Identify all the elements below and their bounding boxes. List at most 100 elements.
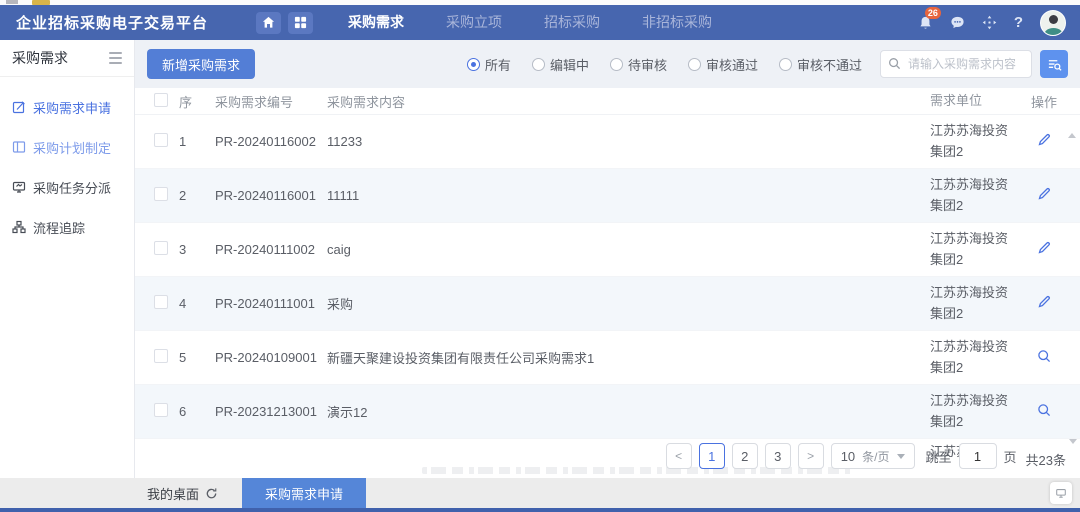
chevron-down-icon [897, 454, 905, 463]
edit-icon[interactable] [1037, 295, 1051, 309]
row-checkbox[interactable] [154, 241, 168, 255]
total-count: 共23条 [1026, 450, 1066, 469]
filter-search-icon [1047, 57, 1062, 72]
table-row: 1PR-2024011600211233江苏苏海投资集团2 [135, 115, 1080, 169]
edit-icon[interactable] [1037, 241, 1051, 255]
show-desktop-button[interactable] [1050, 482, 1072, 504]
row-content: 11233 [327, 134, 930, 149]
row-code: PR-20240116002 [215, 134, 327, 149]
row-checkbox[interactable] [154, 187, 168, 201]
apps-button[interactable] [288, 12, 313, 34]
page-button-3[interactable]: 3 [765, 443, 791, 469]
edit-square-icon [12, 100, 26, 114]
table-header: 序 采购需求编号 采购需求内容 需求单位 操作 [135, 88, 1080, 115]
row-checkbox[interactable] [154, 349, 168, 363]
notifications-button[interactable]: 26 [918, 15, 933, 31]
jump-page-input[interactable] [959, 443, 997, 469]
advanced-search-button[interactable] [1040, 50, 1068, 78]
page-size-value: 10 [841, 449, 855, 464]
header-content: 采购需求内容 [327, 92, 930, 111]
help-button[interactable]: ? [1014, 14, 1023, 31]
add-demand-button[interactable]: 新增采购需求 [147, 49, 255, 79]
jump-suffix: 页 [1004, 447, 1017, 466]
radio-icon [688, 58, 701, 71]
row-action [1018, 241, 1070, 258]
monitor-icon [12, 180, 26, 194]
row-unit: 江苏苏海投资集团2 [930, 229, 1018, 269]
filter-approved[interactable]: 审核通过 [688, 55, 758, 74]
row-content: 演示12 [327, 402, 930, 421]
table-row: 6PR-20231213001演示12江苏苏海投资集团2 [135, 385, 1080, 439]
nav-tab-procurement-demand[interactable]: 采购需求 [327, 5, 425, 40]
row-action [1018, 187, 1070, 204]
row-unit: 江苏苏海投资集团2 [930, 391, 1018, 431]
taskbar-tab-demand-apply[interactable]: 采购需求申请 [242, 478, 366, 508]
sidebar: 采购需求 采购需求申请 采购计划制定 采购任务分派 流程追踪 [0, 40, 135, 478]
sidebar-item-task-dispatch[interactable]: 采购任务分派 [0, 167, 134, 207]
collapse-sidebar-button[interactable] [109, 52, 122, 64]
header-unit: 需求单位 [930, 91, 1018, 111]
view-icon[interactable] [1037, 349, 1051, 363]
row-code: PR-20240116001 [215, 188, 327, 203]
select-all-checkbox[interactable] [154, 93, 168, 107]
desktop-icon [1055, 487, 1067, 499]
avatar[interactable] [1040, 10, 1066, 36]
row-content: 11111 [327, 188, 930, 203]
bottom-edge [0, 508, 1080, 512]
next-page-button[interactable]: > [798, 443, 824, 469]
filter-editing[interactable]: 编辑中 [532, 55, 589, 74]
row-content: 新疆天聚建设投资集团有限责任公司采购需求1 [327, 348, 930, 367]
row-content: 采购 [327, 294, 930, 313]
page-size-select[interactable]: 10 条/页 [831, 443, 915, 469]
messages-button[interactable] [950, 15, 965, 30]
sidebar-item-demand-apply[interactable]: 采购需求申请 [0, 87, 134, 127]
row-code: PR-20240109001 [215, 350, 327, 365]
row-checkbox[interactable] [154, 295, 168, 309]
home-button[interactable] [256, 12, 281, 34]
filter-all[interactable]: 所有 [467, 55, 511, 74]
sidebar-title: 采购需求 [12, 48, 68, 68]
table-row: 4PR-20240111001采购江苏苏海投资集团2 [135, 277, 1080, 331]
nav-tab-bidding[interactable]: 招标采购 [523, 5, 621, 40]
demand-table: 序 采购需求编号 采购需求内容 需求单位 操作 1PR-202401160021… [135, 88, 1080, 478]
row-action [1018, 403, 1070, 420]
edit-icon[interactable] [1037, 187, 1051, 201]
header-seq: 序 [179, 92, 215, 111]
table-row: 2PR-2024011600111111江苏苏海投资集团2 [135, 169, 1080, 223]
nav-tab-non-bidding[interactable]: 非招标采购 [621, 5, 733, 40]
home-icon [262, 16, 275, 29]
page-size-unit: 条/页 [862, 448, 889, 465]
filter-pending-review[interactable]: 待审核 [610, 55, 667, 74]
sidebar-item-plan-make[interactable]: 采购计划制定 [0, 127, 134, 167]
radio-icon [779, 58, 792, 71]
row-unit: 江苏苏海投资集团2 [930, 337, 1018, 377]
page-button-2[interactable]: 2 [732, 443, 758, 469]
navigate-button[interactable] [982, 15, 997, 30]
table-row: 3PR-20240111002caig江苏苏海投资集团2 [135, 223, 1080, 277]
row-checkbox[interactable] [154, 403, 168, 417]
prev-page-button[interactable]: < [666, 443, 692, 469]
table-scrollbar[interactable] [1068, 118, 1078, 448]
edit-icon[interactable] [1037, 133, 1051, 147]
view-icon[interactable] [1037, 403, 1051, 417]
toolbar: 新增采购需求 所有 编辑中 待审核 审核通过 审核不通过 [135, 40, 1080, 88]
filter-rejected[interactable]: 审核不通过 [779, 55, 862, 74]
row-unit: 江苏苏海投资集团2 [930, 121, 1018, 161]
sidebar-item-label: 采购计划制定 [33, 138, 111, 157]
grid-icon [294, 16, 307, 29]
header-action: 操作 [1018, 92, 1070, 111]
page-button-1[interactable]: 1 [699, 443, 725, 469]
top-navbar: 企业招标采购电子交易平台 采购需求 采购立项 招标采购 非招标采购 26 ? [0, 5, 1080, 40]
scroll-up-icon[interactable] [1068, 114, 1076, 138]
row-seq: 4 [179, 296, 215, 311]
book-icon [12, 140, 26, 154]
my-desktop-button[interactable]: 我的桌面 [147, 484, 218, 503]
radio-icon [532, 58, 545, 71]
row-checkbox[interactable] [154, 133, 168, 147]
table-row: 5PR-20240109001新疆天聚建设投资集团有限责任公司采购需求1江苏苏海… [135, 331, 1080, 385]
row-code: PR-20231213001 [215, 404, 327, 419]
sidebar-item-process-track[interactable]: 流程追踪 [0, 207, 134, 247]
refresh-icon [205, 487, 218, 500]
search-input[interactable] [880, 50, 1032, 78]
nav-tab-project-setup[interactable]: 采购立项 [425, 5, 523, 40]
